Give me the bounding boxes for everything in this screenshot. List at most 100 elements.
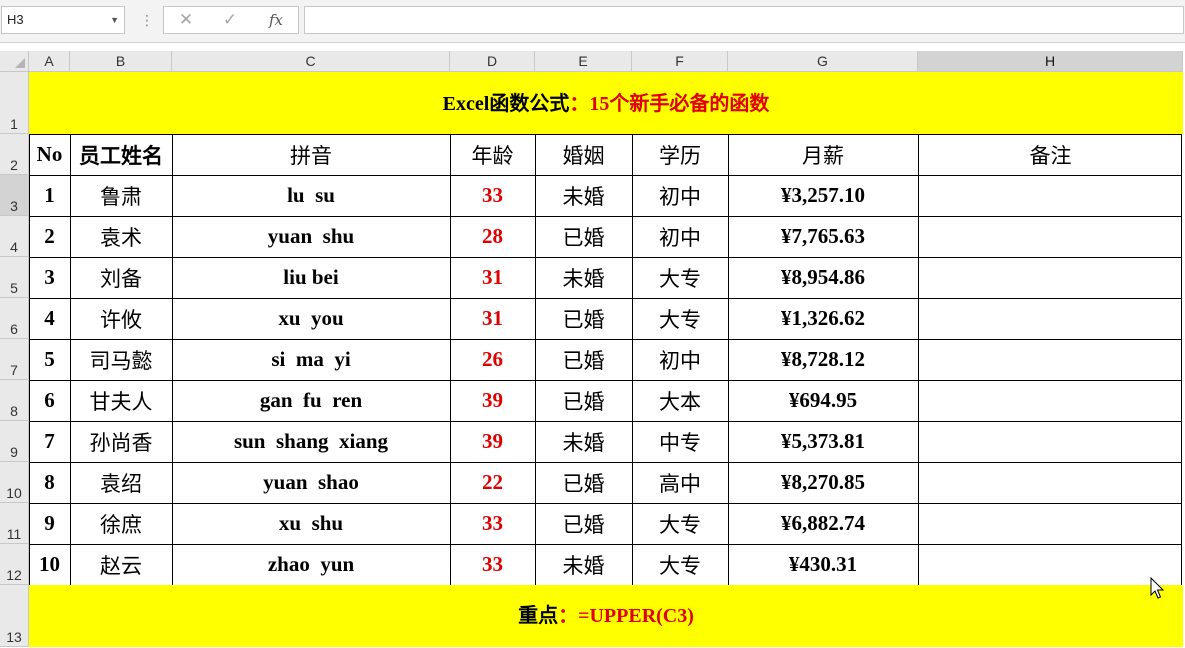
table-cell-name[interactable]: 鲁肃: [70, 175, 172, 216]
table-cell-no[interactable]: 1: [29, 175, 70, 216]
table-cell-note[interactable]: [918, 503, 1183, 544]
column-header-a[interactable]: A: [29, 51, 70, 72]
table-cell-no[interactable]: 6: [29, 380, 70, 421]
table-cell-age[interactable]: 31: [450, 298, 535, 339]
table-cell-salary[interactable]: ¥8,270.85: [728, 462, 918, 503]
table-cell-age[interactable]: 28: [450, 216, 535, 257]
column-header-b[interactable]: B: [70, 51, 172, 72]
table-cell-salary[interactable]: ¥694.95: [728, 380, 918, 421]
table-cell-note[interactable]: [918, 462, 1183, 503]
name-box[interactable]: H3 ▼: [1, 6, 125, 34]
row-header-6[interactable]: 6: [0, 298, 29, 339]
table-cell-note[interactable]: [918, 380, 1183, 421]
table-header-cell[interactable]: 备注: [918, 134, 1183, 175]
table-header-cell[interactable]: 拼音: [172, 134, 450, 175]
table-cell-pinyin[interactable]: xu shu: [172, 503, 450, 544]
table-cell-note[interactable]: [918, 544, 1183, 585]
table-cell-no[interactable]: 5: [29, 339, 70, 380]
table-cell-edu[interactable]: 中专: [632, 421, 728, 462]
drag-handle-icon[interactable]: ⋮: [140, 10, 154, 30]
table-cell-salary[interactable]: ¥8,728.12: [728, 339, 918, 380]
column-header-f[interactable]: F: [632, 51, 728, 72]
table-cell-pinyin[interactable]: sun shang xiang: [172, 421, 450, 462]
table-cell-edu[interactable]: 高中: [632, 462, 728, 503]
row-header-3[interactable]: 3: [0, 175, 29, 216]
table-cell-pinyin[interactable]: si ma yi: [172, 339, 450, 380]
table-cell-salary[interactable]: ¥6,882.74: [728, 503, 918, 544]
table-cell-salary[interactable]: ¥8,954.86: [728, 257, 918, 298]
formula-input[interactable]: [304, 6, 1184, 34]
select-all-button[interactable]: [0, 51, 29, 72]
table-cell-age[interactable]: 31: [450, 257, 535, 298]
table-cell-age[interactable]: 33: [450, 544, 535, 585]
table-cell-name[interactable]: 司马懿: [70, 339, 172, 380]
table-cell-edu[interactable]: 大本: [632, 380, 728, 421]
table-cell-name[interactable]: 许攸: [70, 298, 172, 339]
column-header-h[interactable]: H: [918, 51, 1183, 72]
column-header-c[interactable]: C: [172, 51, 450, 72]
cancel-icon[interactable]: ✕: [166, 7, 206, 33]
table-cell-marriage[interactable]: 未婚: [535, 257, 632, 298]
table-cell-age[interactable]: 39: [450, 421, 535, 462]
table-cell-edu[interactable]: 大专: [632, 298, 728, 339]
row-header-4[interactable]: 4: [0, 216, 29, 257]
row-header-13[interactable]: 13: [0, 585, 29, 647]
table-cell-note[interactable]: [918, 216, 1183, 257]
table-cell-marriage[interactable]: 已婚: [535, 216, 632, 257]
row-header-2[interactable]: 2: [0, 134, 29, 175]
row-header-9[interactable]: 9: [0, 421, 29, 462]
table-cell-name[interactable]: 赵云: [70, 544, 172, 585]
chevron-down-icon[interactable]: ▼: [110, 7, 119, 33]
column-header-d[interactable]: D: [450, 51, 535, 72]
table-cell-marriage[interactable]: 已婚: [535, 298, 632, 339]
table-cell-marriage[interactable]: 已婚: [535, 462, 632, 503]
row-header-7[interactable]: 7: [0, 339, 29, 380]
table-cell-age[interactable]: 22: [450, 462, 535, 503]
table-cell-edu[interactable]: 大专: [632, 544, 728, 585]
table-cell-note[interactable]: [918, 298, 1183, 339]
table-cell-pinyin[interactable]: xu you: [172, 298, 450, 339]
table-cell-marriage[interactable]: 未婚: [535, 175, 632, 216]
table-cell-salary[interactable]: ¥1,326.62: [728, 298, 918, 339]
table-cell-salary[interactable]: ¥5,373.81: [728, 421, 918, 462]
table-cell-edu[interactable]: 大专: [632, 257, 728, 298]
table-cell-salary[interactable]: ¥3,257.10: [728, 175, 918, 216]
table-cell-no[interactable]: 7: [29, 421, 70, 462]
table-cell-no[interactable]: 8: [29, 462, 70, 503]
table-cell-no[interactable]: 9: [29, 503, 70, 544]
table-cell-edu[interactable]: 初中: [632, 216, 728, 257]
footer-banner[interactable]: 重点：=UPPER(C3): [29, 585, 1183, 647]
table-cell-pinyin[interactable]: zhao yun: [172, 544, 450, 585]
table-cell-pinyin[interactable]: yuan shu: [172, 216, 450, 257]
table-cell-salary[interactable]: ¥7,765.63: [728, 216, 918, 257]
table-cell-note[interactable]: [918, 257, 1183, 298]
insert-function-icon[interactable]: fx: [256, 7, 296, 33]
table-cell-marriage[interactable]: 未婚: [535, 421, 632, 462]
row-header-11[interactable]: 11: [0, 503, 29, 544]
table-cell-pinyin[interactable]: gan fu ren: [172, 380, 450, 421]
table-header-cell[interactable]: 员工姓名: [70, 134, 172, 175]
title-banner[interactable]: Excel函数公式：15个新手必备的函数: [29, 72, 1183, 134]
table-cell-marriage[interactable]: 已婚: [535, 503, 632, 544]
table-cell-age[interactable]: 33: [450, 175, 535, 216]
table-cell-name[interactable]: 袁术: [70, 216, 172, 257]
row-header-5[interactable]: 5: [0, 257, 29, 298]
table-header-cell[interactable]: 婚姻: [535, 134, 632, 175]
table-cell-name[interactable]: 孙尚香: [70, 421, 172, 462]
table-cell-name[interactable]: 刘备: [70, 257, 172, 298]
table-header-cell[interactable]: 月薪: [728, 134, 918, 175]
table-header-cell[interactable]: 年龄: [450, 134, 535, 175]
table-cell-edu[interactable]: 初中: [632, 339, 728, 380]
table-cell-pinyin[interactable]: liu bei: [172, 257, 450, 298]
table-cell-age[interactable]: 26: [450, 339, 535, 380]
table-header-cell[interactable]: No: [29, 134, 70, 175]
table-cell-pinyin[interactable]: yuan shao: [172, 462, 450, 503]
table-cell-note[interactable]: [918, 421, 1183, 462]
table-cell-edu[interactable]: 大专: [632, 503, 728, 544]
table-cell-no[interactable]: 10: [29, 544, 70, 585]
enter-icon[interactable]: ✓: [210, 7, 250, 33]
table-cell-no[interactable]: 3: [29, 257, 70, 298]
column-header-g[interactable]: G: [728, 51, 918, 72]
table-header-cell[interactable]: 学历: [632, 134, 728, 175]
table-cell-name[interactable]: 徐庶: [70, 503, 172, 544]
